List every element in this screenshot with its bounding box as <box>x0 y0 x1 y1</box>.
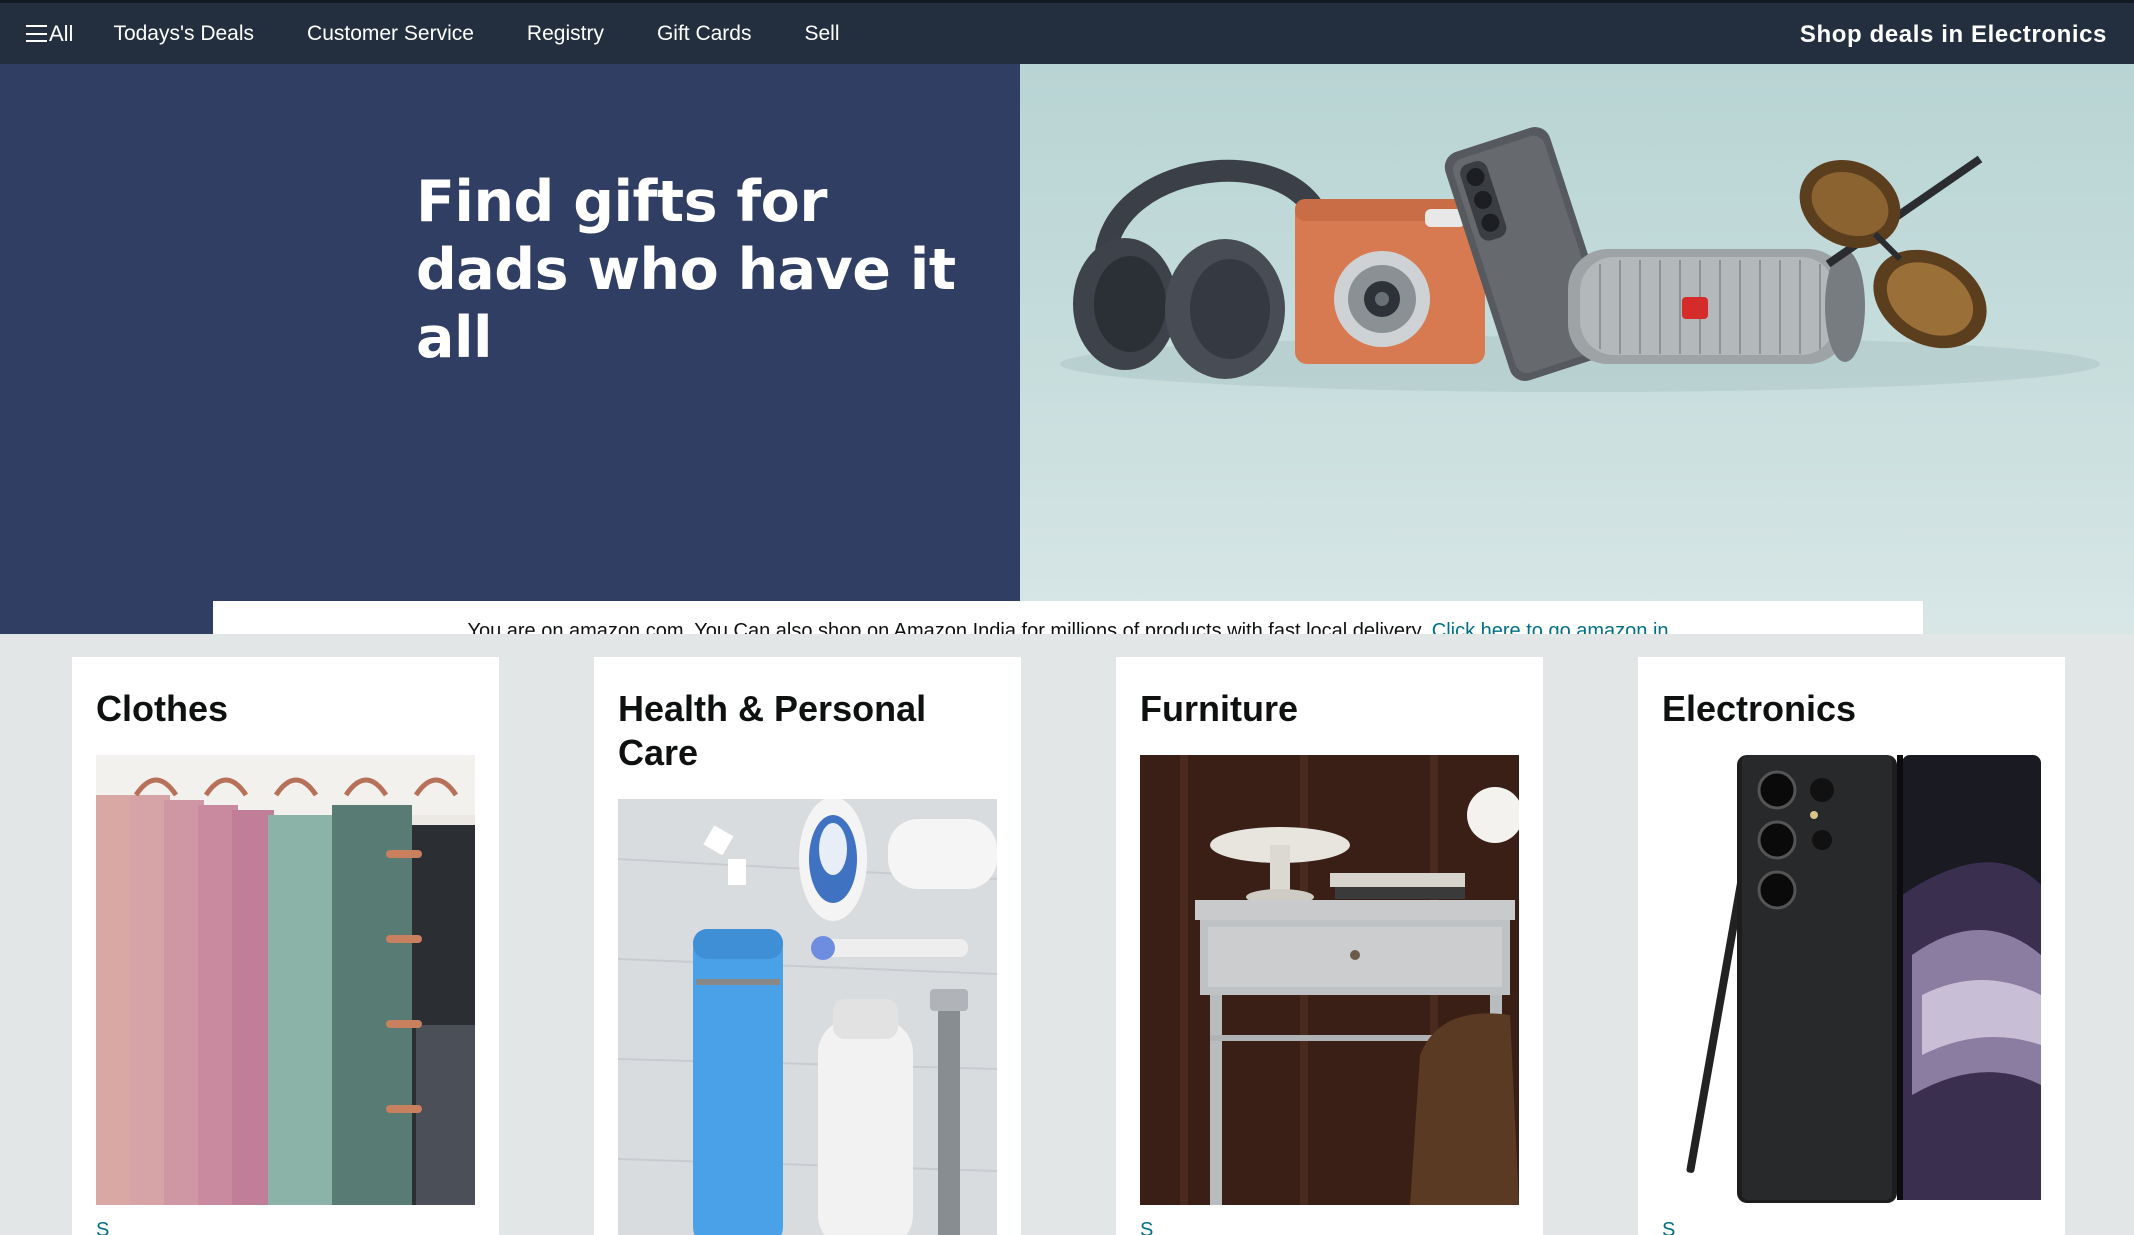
card-title-furniture: Furniture <box>1140 688 1298 729</box>
electronics-image[interactable] <box>1662 755 2041 1205</box>
hero-text-panel: Find gifts for dads who have it all <box>0 64 1020 634</box>
nav-link-registry[interactable]: Registry <box>527 22 604 46</box>
camera-icon <box>1295 199 1485 364</box>
all-menu-label: All <box>49 20 74 46</box>
toiletries-icon <box>618 799 997 1235</box>
card-title-health: Health & Personal Care <box>618 688 927 773</box>
nav-link-todays-deals[interactable]: Todays's Deals <box>113 22 254 46</box>
side-table-icon <box>1140 755 1519 1205</box>
hero-title-line1: Find gifts for <box>416 169 827 235</box>
health-care-image[interactable] <box>618 799 997 1235</box>
hero-title-line2: dads who have it all <box>416 237 956 371</box>
card-link-clothes[interactable]: S <box>96 1219 109 1235</box>
card-link-electronics[interactable]: S <box>1662 1219 1675 1235</box>
hanging-scarves-icon <box>96 755 475 1205</box>
hero-title: Find gifts for dads who have it all <box>416 168 1020 372</box>
category-card-clothes[interactable]: Clothes S <box>72 657 499 1235</box>
category-card-electronics[interactable]: Electronics S <box>1638 657 2065 1235</box>
all-menu-button[interactable]: All <box>26 21 73 47</box>
hero-banner[interactable]: Find gifts for dads who have it all You … <box>0 64 2134 634</box>
furniture-image[interactable] <box>1140 755 1519 1205</box>
top-nav: All Todays's Deals Customer Service Regi… <box>0 0 2134 64</box>
category-card-furniture[interactable]: Furniture S <box>1116 657 1543 1235</box>
smartphone-stylus-icon <box>1662 755 2041 1205</box>
nav-link-gift-cards[interactable]: Gift Cards <box>657 22 752 46</box>
notice-text: You are on amazon.com. You Can also shop… <box>467 619 1426 635</box>
card-link-furniture[interactable]: S <box>1140 1219 1153 1235</box>
gadgets-illustration <box>1060 127 2100 392</box>
amazon-india-link[interactable]: Click here to go amazon.in <box>1432 620 1669 635</box>
clothes-image[interactable] <box>96 755 475 1205</box>
category-card-health[interactable]: Health & Personal Care <box>594 657 1021 1235</box>
nav-link-sell[interactable]: Sell <box>804 22 839 46</box>
card-title-clothes: Clothes <box>96 688 229 729</box>
card-title-electronics: Electronics <box>1662 688 1857 729</box>
speaker-icon <box>1568 249 1865 364</box>
nav-promo-electronics[interactable]: Shop deals in Electronics <box>1800 21 2107 49</box>
hero-product-image <box>1020 64 2134 634</box>
nav-link-customer-service[interactable]: Customer Service <box>307 22 474 46</box>
amazon-india-notice: You are on amazon.com. You Can also shop… <box>213 601 1923 634</box>
hamburger-icon <box>26 25 47 42</box>
